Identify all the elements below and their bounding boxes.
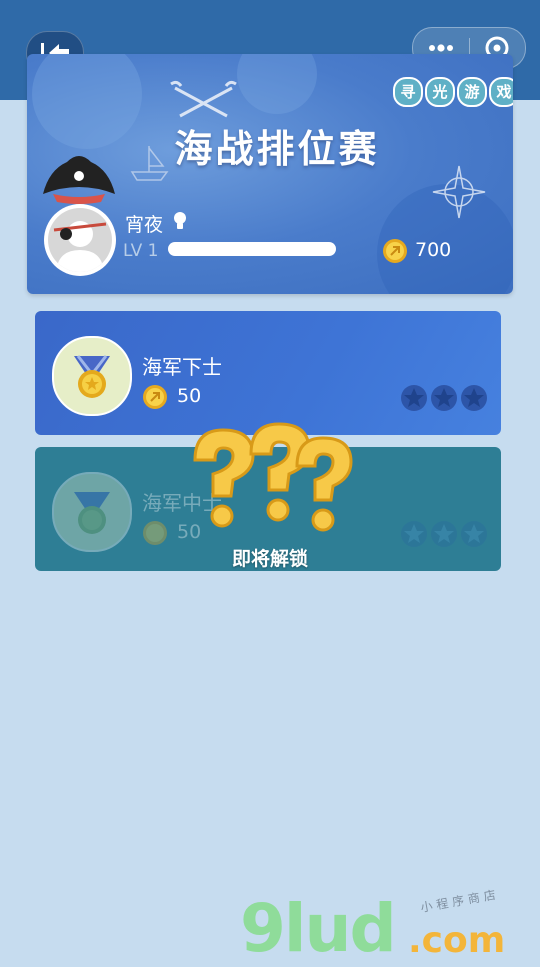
locked-overlay: 即将解锁	[175, 420, 365, 570]
rank-name: 海军下士	[142, 355, 222, 379]
medal-icon	[74, 355, 110, 398]
logo-char: 戏	[489, 77, 513, 107]
rank-card-1[interactable]: 海军下士 50	[35, 311, 501, 435]
watermark-domain: .com	[408, 920, 506, 961]
page-title: 海战排位赛	[174, 127, 380, 171]
logo-char: 寻	[393, 77, 423, 107]
coin-balance: 700	[415, 239, 452, 261]
logo-char: 游	[457, 77, 487, 107]
coin-icon	[383, 239, 407, 263]
star-icon	[401, 521, 427, 547]
lock-label: 即将解锁	[231, 548, 308, 570]
eyepatch-icon	[53, 222, 107, 240]
brand-logo: 寻 光 游 戏	[393, 77, 513, 107]
medal-badge	[52, 336, 132, 416]
star-rating	[401, 521, 487, 547]
pirate-hat-icon	[43, 156, 115, 204]
watermark-tagline: 小程序商店	[419, 887, 501, 915]
medal-badge	[52, 472, 132, 552]
logo-char: 光	[425, 77, 455, 107]
star-icon	[461, 385, 487, 411]
star-rating	[401, 385, 487, 411]
rank-cost: 50	[177, 385, 202, 407]
rank-banner: 寻 光 游 戏 海战排位赛 宵夜 LV 1 700	[27, 54, 513, 294]
coin-icon	[143, 521, 167, 545]
ship-icon	[130, 146, 169, 181]
star-icon	[431, 385, 457, 411]
star-icon	[401, 385, 427, 411]
avatar[interactable]	[44, 204, 116, 276]
crossed-swords-icon	[170, 80, 237, 118]
watermark-logo: 9lud	[240, 890, 397, 967]
player-name: 宵夜	[125, 214, 164, 236]
medal-icon	[74, 492, 110, 534]
level-progress-bar	[168, 242, 336, 256]
question-marks-icon	[193, 422, 353, 532]
player-level: LV 1	[123, 241, 159, 261]
star-icon	[431, 521, 457, 547]
lightbulb-icon	[174, 212, 186, 229]
coin-icon	[143, 385, 167, 409]
star-icon	[461, 521, 487, 547]
